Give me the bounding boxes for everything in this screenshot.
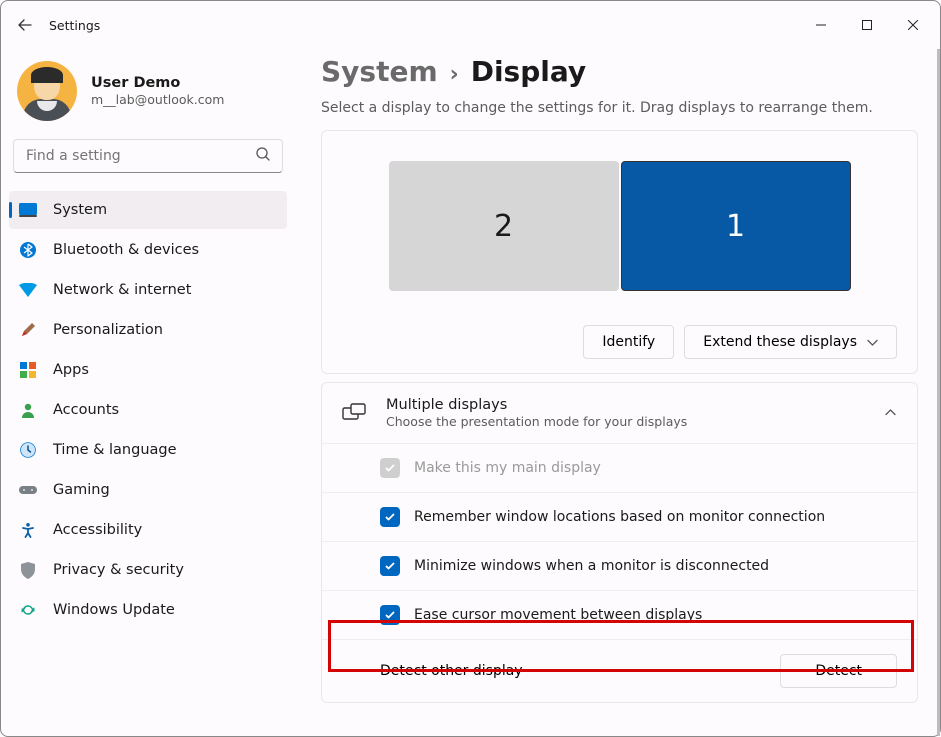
profile-name: User Demo: [91, 75, 224, 91]
scrollbar[interactable]: [937, 49, 940, 736]
maximize-icon: [862, 20, 872, 30]
search-icon: [255, 146, 271, 166]
sidebar-item-time-language[interactable]: Time & language: [9, 431, 287, 469]
detect-button[interactable]: Detect: [780, 654, 897, 688]
option-remember-locations[interactable]: Remember window locations based on monit…: [322, 492, 917, 541]
display-arrangement-card: 2 1 Identify Extend these displays: [321, 130, 918, 374]
sidebar-item-accounts[interactable]: Accounts: [9, 391, 287, 429]
sidebar-item-windows-update[interactable]: Windows Update: [9, 591, 287, 629]
back-button[interactable]: [5, 1, 45, 49]
close-button[interactable]: [890, 1, 936, 49]
brush-icon: [19, 321, 37, 339]
shield-icon: [19, 561, 37, 579]
checkbox[interactable]: [380, 605, 400, 625]
maximize-button[interactable]: [844, 1, 890, 49]
option-label: Remember window locations based on monit…: [414, 509, 825, 525]
avatar: [17, 61, 77, 121]
sidebar-item-label: Apps: [53, 362, 89, 378]
monitor-label: 1: [726, 209, 745, 244]
main-content: System › Display Select a display to cha…: [299, 49, 940, 736]
profile-block[interactable]: User Demo m__lab@outlook.com: [9, 53, 287, 139]
sidebar-item-label: Bluetooth & devices: [53, 242, 199, 258]
account-icon: [19, 401, 37, 419]
identify-button[interactable]: Identify: [583, 325, 674, 359]
breadcrumb-separator-icon: ›: [450, 62, 459, 87]
sidebar-item-privacy[interactable]: Privacy & security: [9, 551, 287, 589]
sidebar-item-personalization[interactable]: Personalization: [9, 311, 287, 349]
window-title: Settings: [45, 18, 100, 33]
option-main-display: Make this my main display: [322, 443, 917, 492]
multiple-displays-card: Multiple displays Choose the presentatio…: [321, 382, 918, 703]
chevron-up-icon: [884, 404, 897, 423]
apps-icon: [19, 361, 37, 379]
sidebar-item-label: Network & internet: [53, 282, 191, 298]
sidebar-item-label: Time & language: [53, 442, 177, 458]
system-icon: [19, 201, 37, 219]
option-label: Minimize windows when a monitor is disco…: [414, 558, 769, 574]
page-description: Select a display to change the settings …: [321, 100, 918, 116]
sidebar-item-label: Accessibility: [53, 522, 142, 538]
expander-subtitle: Choose the presentation mode for your di…: [386, 414, 687, 429]
sidebar-item-label: Personalization: [53, 322, 163, 338]
multiple-displays-expander[interactable]: Multiple displays Choose the presentatio…: [322, 383, 917, 443]
sidebar-item-label: Privacy & security: [53, 562, 184, 578]
sidebar-item-label: Gaming: [53, 482, 110, 498]
sidebar: User Demo m__lab@outlook.com System Blue…: [1, 49, 299, 736]
update-icon: [19, 601, 37, 619]
checkbox[interactable]: [380, 507, 400, 527]
breadcrumb: System › Display: [321, 55, 918, 88]
search-input[interactable]: [13, 139, 283, 173]
accessibility-icon: [19, 521, 37, 539]
minimize-button[interactable]: [798, 1, 844, 49]
monitor-1[interactable]: 1: [621, 161, 851, 291]
sidebar-item-label: Accounts: [53, 402, 119, 418]
checkbox: [380, 458, 400, 478]
sidebar-item-bluetooth[interactable]: Bluetooth & devices: [9, 231, 287, 269]
option-ease-cursor[interactable]: Ease cursor movement between displays: [322, 590, 917, 639]
sidebar-item-label: Windows Update: [53, 602, 175, 618]
breadcrumb-parent[interactable]: System: [321, 55, 438, 88]
gamepad-icon: [19, 481, 37, 499]
option-label: Make this my main display: [414, 460, 601, 476]
detect-row: Detect other display Detect: [322, 639, 917, 702]
multiple-displays-icon: [342, 401, 366, 425]
close-icon: [908, 20, 918, 30]
arrow-left-icon: [17, 17, 33, 33]
breadcrumb-current: Display: [471, 55, 586, 88]
clock-icon: [19, 441, 37, 459]
display-arrangement-area[interactable]: 2 1: [342, 161, 897, 291]
bluetooth-icon: [19, 241, 37, 259]
sidebar-item-label: System: [53, 202, 107, 218]
window-controls: [798, 1, 936, 49]
sidebar-nav: System Bluetooth & devices Network & int…: [9, 191, 287, 629]
sidebar-item-gaming[interactable]: Gaming: [9, 471, 287, 509]
monitor-label: 2: [494, 209, 513, 244]
wifi-icon: [19, 281, 37, 299]
profile-email: m__lab@outlook.com: [91, 92, 224, 107]
sidebar-item-apps[interactable]: Apps: [9, 351, 287, 389]
chevron-down-icon: [867, 337, 878, 348]
display-mode-dropdown[interactable]: Extend these displays: [684, 325, 897, 359]
titlebar: Settings: [1, 1, 940, 49]
sidebar-item-network[interactable]: Network & internet: [9, 271, 287, 309]
minimize-icon: [816, 20, 826, 30]
monitor-2[interactable]: 2: [389, 161, 619, 291]
checkbox[interactable]: [380, 556, 400, 576]
detect-label: Detect other display: [380, 663, 523, 679]
option-minimize-on-disconnect[interactable]: Minimize windows when a monitor is disco…: [322, 541, 917, 590]
expander-title: Multiple displays: [386, 397, 687, 413]
sidebar-item-accessibility[interactable]: Accessibility: [9, 511, 287, 549]
option-label: Ease cursor movement between displays: [414, 607, 702, 623]
sidebar-item-system[interactable]: System: [9, 191, 287, 229]
